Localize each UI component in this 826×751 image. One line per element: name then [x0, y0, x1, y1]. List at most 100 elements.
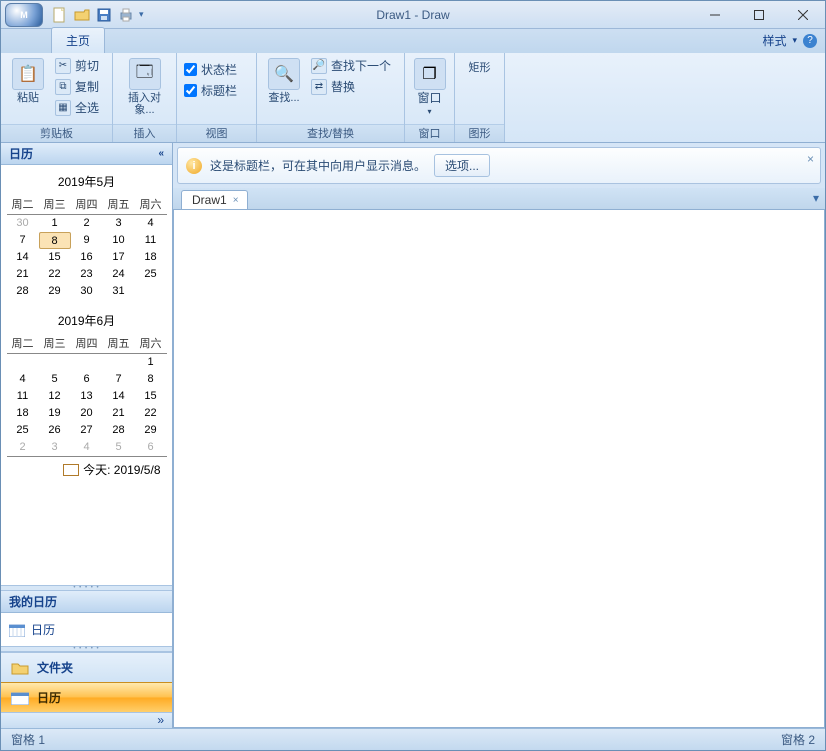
qat-print-icon[interactable] [117, 6, 135, 24]
help-icon[interactable]: ? [803, 34, 817, 48]
nav-folder-button[interactable]: 文件夹 [1, 652, 172, 682]
cal-day[interactable]: 28 [7, 283, 39, 300]
cal-day[interactable]: 27 [71, 422, 103, 439]
cal-day[interactable]: 13 [71, 388, 103, 405]
paste-icon: 📋 [12, 58, 44, 90]
ribbon-tabstrip: 主页 样式▾ ? [1, 29, 825, 53]
find-button[interactable]: 🔍 查找... [263, 56, 305, 106]
tab-home[interactable]: 主页 [51, 27, 105, 53]
style-dropdown[interactable]: 样式 [762, 32, 786, 49]
selectall-button[interactable]: ▦全选 [53, 98, 101, 117]
findnext-button[interactable]: 🔎查找下一个 [309, 56, 393, 75]
cal-day[interactable]: 2 [7, 439, 39, 456]
cal-day[interactable]: 18 [135, 249, 167, 266]
qat-new-icon[interactable] [51, 6, 69, 24]
cal-day[interactable]: 4 [71, 439, 103, 456]
qat-save-icon[interactable] [95, 6, 113, 24]
calendar-may[interactable]: 2019年5月 周二周三周四周五周六3012347891011141516171… [7, 169, 167, 300]
cal-day[interactable]: 22 [39, 266, 71, 283]
insertobj-button[interactable]: 🗔 插入对象... [119, 56, 170, 118]
cal-day[interactable]: 9 [71, 232, 103, 249]
cal-day[interactable]: 4 [7, 371, 39, 388]
cal-day[interactable]: 3 [103, 215, 135, 232]
rect-button[interactable]: 矩形 [461, 56, 498, 76]
cal-day[interactable]: 29 [135, 422, 167, 439]
cal-day[interactable]: 3 [39, 439, 71, 456]
cal-day[interactable]: 2 [71, 215, 103, 232]
mycalendar-item[interactable]: 日历 [9, 619, 164, 640]
cal-day[interactable]: 4 [135, 215, 167, 232]
cal-day[interactable]: 12 [39, 388, 71, 405]
cal-day[interactable]: 25 [135, 266, 167, 283]
status-left: 窗格 1 [11, 731, 45, 748]
cal-day[interactable]: 28 [103, 422, 135, 439]
cal-day[interactable]: 8 [39, 232, 71, 249]
cal-day[interactable]: 5 [103, 439, 135, 456]
cal-day[interactable]: 10 [103, 232, 135, 249]
doc-tab-draw1[interactable]: Draw1 × [181, 190, 248, 209]
cut-button[interactable]: ✂剪切 [53, 56, 101, 75]
app-orb[interactable]: M [5, 3, 43, 27]
tab-close-icon[interactable]: × [233, 195, 239, 206]
nav-calendar-button[interactable]: 日历 [1, 682, 172, 712]
cal-day[interactable]: 11 [7, 388, 39, 405]
calendar-june[interactable]: 2019年6月 周二周三周四周五周六1456781112131415181920… [7, 308, 167, 480]
cal-day[interactable]: 11 [135, 232, 167, 249]
qat-dropdown-icon[interactable]: ▾ [139, 9, 144, 20]
cal-day[interactable]: 6 [135, 439, 167, 456]
qat-open-icon[interactable] [73, 6, 91, 24]
cal-day[interactable]: 25 [7, 422, 39, 439]
cal-day[interactable]: 29 [39, 283, 71, 300]
calendar-pane-header: 日历 « [1, 143, 172, 165]
statusbar: 窗格 1 窗格 2 [1, 728, 825, 750]
cal-day[interactable]: 17 [103, 249, 135, 266]
cal-day[interactable]: 30 [7, 215, 39, 232]
group-shapes-label: 图形 [455, 124, 504, 142]
cal-day[interactable]: 21 [7, 266, 39, 283]
cal-day[interactable]: 21 [103, 405, 135, 422]
cal-day[interactable]: 1 [135, 354, 167, 371]
nav-expand-button[interactable]: » [1, 712, 172, 728]
pin-icon[interactable]: ▾ [813, 191, 819, 205]
cal-day[interactable]: 19 [39, 405, 71, 422]
cal-day[interactable]: 6 [71, 371, 103, 388]
cal-day[interactable]: 22 [135, 405, 167, 422]
maximize-button[interactable] [737, 1, 781, 29]
cal-day[interactable]: 8 [135, 371, 167, 388]
options-button[interactable]: 选项... [434, 154, 490, 177]
message-close-icon[interactable]: × [807, 152, 814, 166]
cal-day[interactable]: 14 [7, 249, 39, 266]
statusbar-checkbox[interactable]: 状态栏 [183, 60, 238, 79]
cal-dow: 周五 [103, 333, 135, 354]
chevron-left-icon[interactable]: « [158, 148, 164, 159]
cal-day [103, 354, 135, 371]
cal-day[interactable]: 26 [39, 422, 71, 439]
paste-button[interactable]: 📋 粘贴 [7, 56, 49, 106]
copy-button[interactable]: ⧉复制 [53, 77, 101, 96]
cal-day[interactable]: 15 [135, 388, 167, 405]
sidebar: 日历 « 2019年5月 周二周三周四周五周六30123478910111415… [1, 143, 173, 728]
cal-day[interactable]: 1 [39, 215, 71, 232]
window-button[interactable]: ❐ 窗口▾ [411, 56, 448, 119]
cal-day[interactable]: 31 [103, 283, 135, 300]
close-button[interactable] [781, 1, 825, 29]
cal-dow: 周二 [7, 194, 39, 215]
cal-day[interactable]: 15 [39, 249, 71, 266]
replace-button[interactable]: ⇄替换 [309, 77, 393, 96]
cal-day[interactable]: 30 [71, 283, 103, 300]
cal-day[interactable]: 18 [7, 405, 39, 422]
drawing-canvas[interactable] [173, 210, 825, 728]
cal-day[interactable]: 5 [39, 371, 71, 388]
cal-day[interactable]: 7 [103, 371, 135, 388]
minimize-button[interactable] [693, 1, 737, 29]
cal-day[interactable]: 16 [71, 249, 103, 266]
today-link[interactable]: 今天: 2019/5/8 [7, 456, 167, 480]
titlebar-checkbox[interactable]: 标题栏 [183, 81, 238, 100]
cal-day[interactable]: 23 [71, 266, 103, 283]
cal-day[interactable]: 20 [71, 405, 103, 422]
cal-day[interactable]: 14 [103, 388, 135, 405]
cal-day[interactable]: 7 [7, 232, 39, 249]
cut-icon: ✂ [55, 58, 71, 74]
cal-day[interactable]: 24 [103, 266, 135, 283]
window-icon: ❐ [414, 58, 446, 90]
